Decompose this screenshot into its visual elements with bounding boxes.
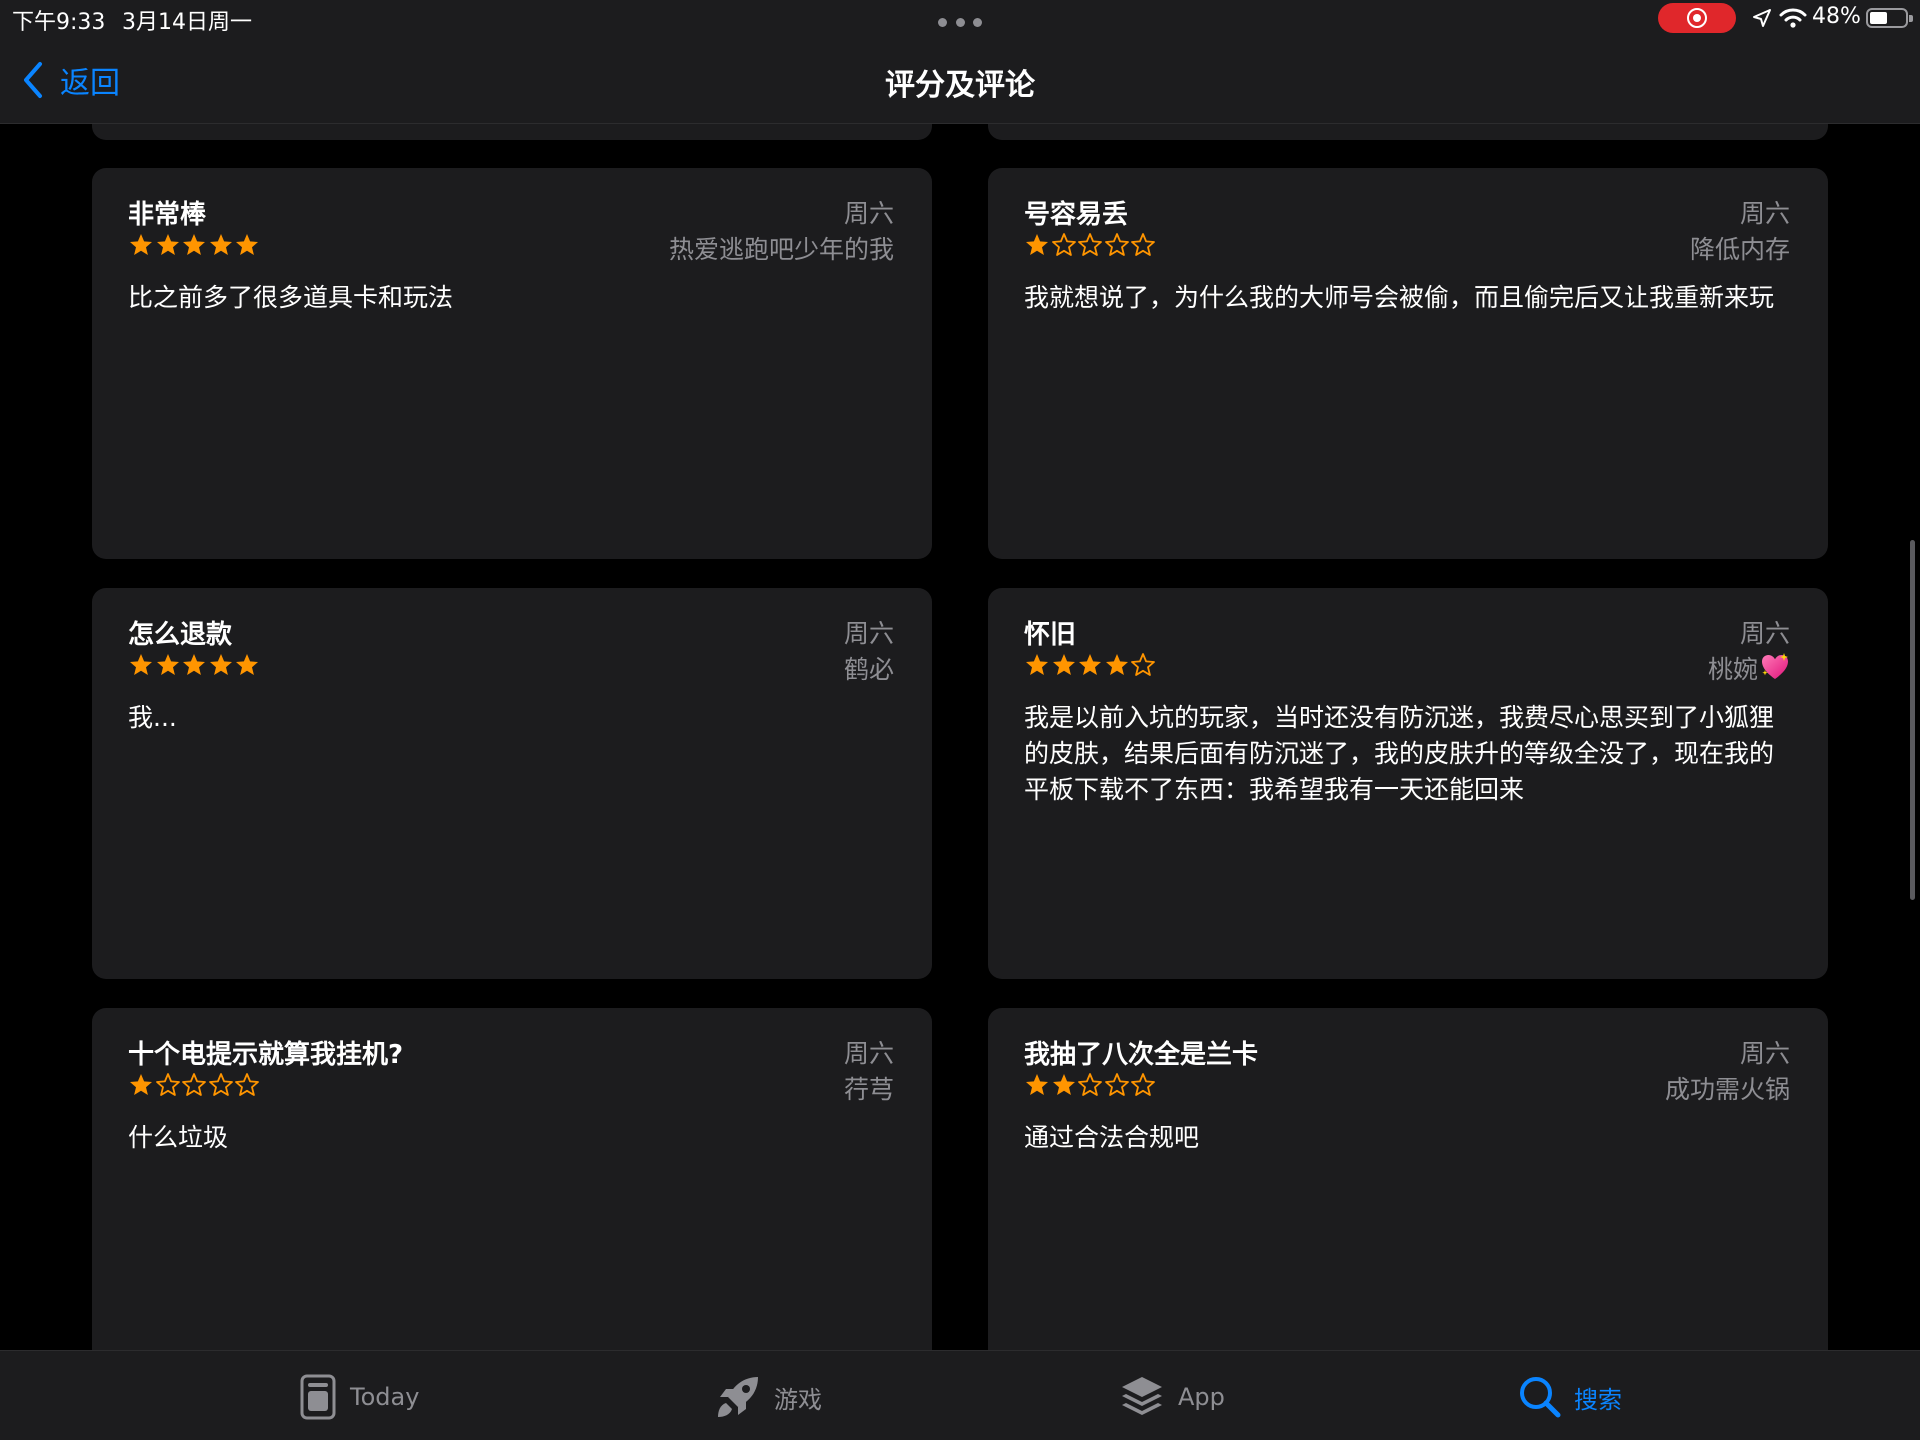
star-rating bbox=[128, 1072, 261, 1098]
star-filled-icon bbox=[1052, 1074, 1075, 1095]
star-filled-icon bbox=[130, 234, 152, 255]
tab-label: App bbox=[1178, 1383, 1225, 1411]
star-empty-icon bbox=[1051, 233, 1076, 256]
previous-review-card-edge bbox=[92, 124, 932, 140]
tab-label: 游戏 bbox=[774, 1385, 822, 1414]
review-title: 我抽了八次全是兰卡 bbox=[1024, 1040, 1259, 1070]
star-empty-icon bbox=[1078, 233, 1102, 256]
status-bar: 下午9:33 3月14日周一 48% bbox=[0, 0, 1920, 36]
review-author: 热爱逃跑吧少年的我 bbox=[668, 235, 894, 264]
tab-search[interactable]: 搜索 bbox=[1518, 1373, 1622, 1421]
star-empty-icon bbox=[155, 1073, 180, 1096]
star-empty-icon bbox=[1131, 653, 1155, 676]
star-filled-icon bbox=[183, 234, 205, 255]
star-empty-icon bbox=[1078, 1073, 1102, 1096]
star-rating bbox=[1024, 1072, 1157, 1098]
review-author: 降低内存 bbox=[1689, 235, 1790, 264]
star-filled-icon bbox=[209, 654, 232, 675]
star-empty-icon bbox=[208, 1073, 233, 1096]
today-icon bbox=[300, 1374, 336, 1420]
rocket-icon bbox=[718, 1377, 758, 1417]
review-body: 我... bbox=[128, 703, 177, 732]
multitasking-dots-icon[interactable] bbox=[938, 18, 982, 27]
page-title: 评分及评论 bbox=[885, 68, 1035, 103]
review-date: 周六 bbox=[843, 619, 894, 648]
review-card[interactable]: 怀旧 周六 桃婉 我是以前入坑的玩家，当时还没有防沉迷，我费尽心思买到了小狐狸的… bbox=[988, 588, 1828, 979]
review-date: 周六 bbox=[1739, 1039, 1790, 1068]
status-time: 下午9:33 bbox=[12, 10, 106, 35]
tab-label: Today bbox=[350, 1383, 420, 1411]
tab-bar: Today 游戏 App 搜索 bbox=[0, 1350, 1920, 1440]
star-empty-icon bbox=[1104, 233, 1129, 256]
review-author: 成功需火锅 bbox=[1664, 1075, 1790, 1104]
star-empty-icon bbox=[235, 1073, 259, 1096]
star-filled-icon bbox=[236, 654, 258, 675]
review-author: 桃婉 bbox=[1708, 650, 1790, 686]
review-title: 号容易丢 bbox=[1024, 200, 1129, 230]
tab-label: 搜索 bbox=[1574, 1385, 1622, 1414]
star-rating bbox=[128, 232, 261, 258]
review-card[interactable]: 怎么退款 周六 鹤必 我... bbox=[92, 588, 932, 979]
review-title: 怀旧 bbox=[1024, 620, 1077, 650]
review-card[interactable]: 十个电提示就算我挂机? 周六 荇芎 什么垃圾 bbox=[92, 1008, 932, 1408]
star-rating bbox=[128, 652, 261, 678]
review-date: 周六 bbox=[1739, 199, 1790, 228]
battery-icon bbox=[1866, 8, 1913, 28]
app-stack-icon bbox=[1122, 1377, 1162, 1415]
star-filled-icon bbox=[156, 234, 179, 255]
wifi-icon bbox=[1779, 8, 1807, 28]
tab-apps[interactable]: App bbox=[1118, 1373, 1225, 1421]
review-date: 周六 bbox=[1739, 619, 1790, 648]
star-filled-icon bbox=[156, 654, 179, 675]
review-body: 我就想说了，为什么我的大师号会被偷，而且偷完后又让我重新来玩 bbox=[1024, 283, 1775, 312]
star-filled-icon bbox=[130, 654, 152, 675]
location-arrow-icon bbox=[1753, 9, 1771, 27]
star-filled-icon bbox=[209, 234, 232, 255]
review-title: 十个电提示就算我挂机? bbox=[128, 1040, 404, 1070]
star-empty-icon bbox=[1131, 233, 1155, 256]
battery-percent: 48% bbox=[1812, 4, 1861, 29]
review-title: 怎么退款 bbox=[128, 620, 233, 650]
review-author: 鹤必 bbox=[843, 655, 894, 684]
review-body: 通过合法合规吧 bbox=[1024, 1123, 1200, 1152]
review-body: 比之前多了很多道具卡和玩法 bbox=[128, 283, 454, 312]
review-body: 什么垃圾 bbox=[128, 1123, 229, 1152]
star-rating bbox=[1024, 652, 1157, 678]
star-empty-icon bbox=[1131, 1073, 1155, 1096]
star-filled-icon bbox=[1079, 654, 1101, 675]
navigation-bar: 返回 评分及评论 bbox=[0, 36, 1920, 124]
star-filled-icon bbox=[1026, 654, 1048, 675]
record-icon bbox=[1687, 8, 1707, 28]
tab-today[interactable]: Today bbox=[298, 1373, 419, 1421]
review-author: 荇芎 bbox=[843, 1075, 894, 1104]
previous-review-card-edge bbox=[988, 124, 1828, 140]
star-filled-icon bbox=[183, 654, 205, 675]
review-body: 我是以前入坑的玩家，当时还没有防沉迷，我费尽心思买到了小狐狸的皮肤，结果后面有防… bbox=[1024, 703, 1775, 804]
search-icon bbox=[1520, 1377, 1561, 1418]
review-card[interactable]: 我抽了八次全是兰卡 周六 成功需火锅 通过合法合规吧 bbox=[988, 1008, 1828, 1408]
star-rating bbox=[1024, 232, 1157, 258]
status-date: 3月14日周一 bbox=[122, 10, 252, 35]
tab-games[interactable]: 游戏 bbox=[714, 1373, 822, 1421]
star-filled-icon bbox=[1052, 654, 1075, 675]
sparkling-heart-icon bbox=[1762, 653, 1788, 679]
star-filled-icon bbox=[1026, 1074, 1048, 1095]
star-empty-icon bbox=[182, 1073, 206, 1096]
star-filled-icon bbox=[1105, 654, 1128, 675]
scroll-indicator[interactable] bbox=[1910, 540, 1915, 900]
review-date: 周六 bbox=[843, 199, 894, 228]
star-filled-icon bbox=[130, 1074, 152, 1095]
screen-record-indicator[interactable] bbox=[1658, 3, 1736, 33]
review-date: 周六 bbox=[843, 1039, 894, 1068]
star-empty-icon bbox=[1104, 1073, 1129, 1096]
star-filled-icon bbox=[236, 234, 258, 255]
review-card[interactable]: 号容易丢 周六 降低内存 我就想说了，为什么我的大师号会被偷，而且偷完后又让我重… bbox=[988, 168, 1828, 559]
review-title: 非常棒 bbox=[128, 200, 207, 230]
star-filled-icon bbox=[1026, 234, 1048, 255]
review-card[interactable]: 非常棒 周六 热爱逃跑吧少年的我 比之前多了很多道具卡和玩法 bbox=[92, 168, 932, 559]
